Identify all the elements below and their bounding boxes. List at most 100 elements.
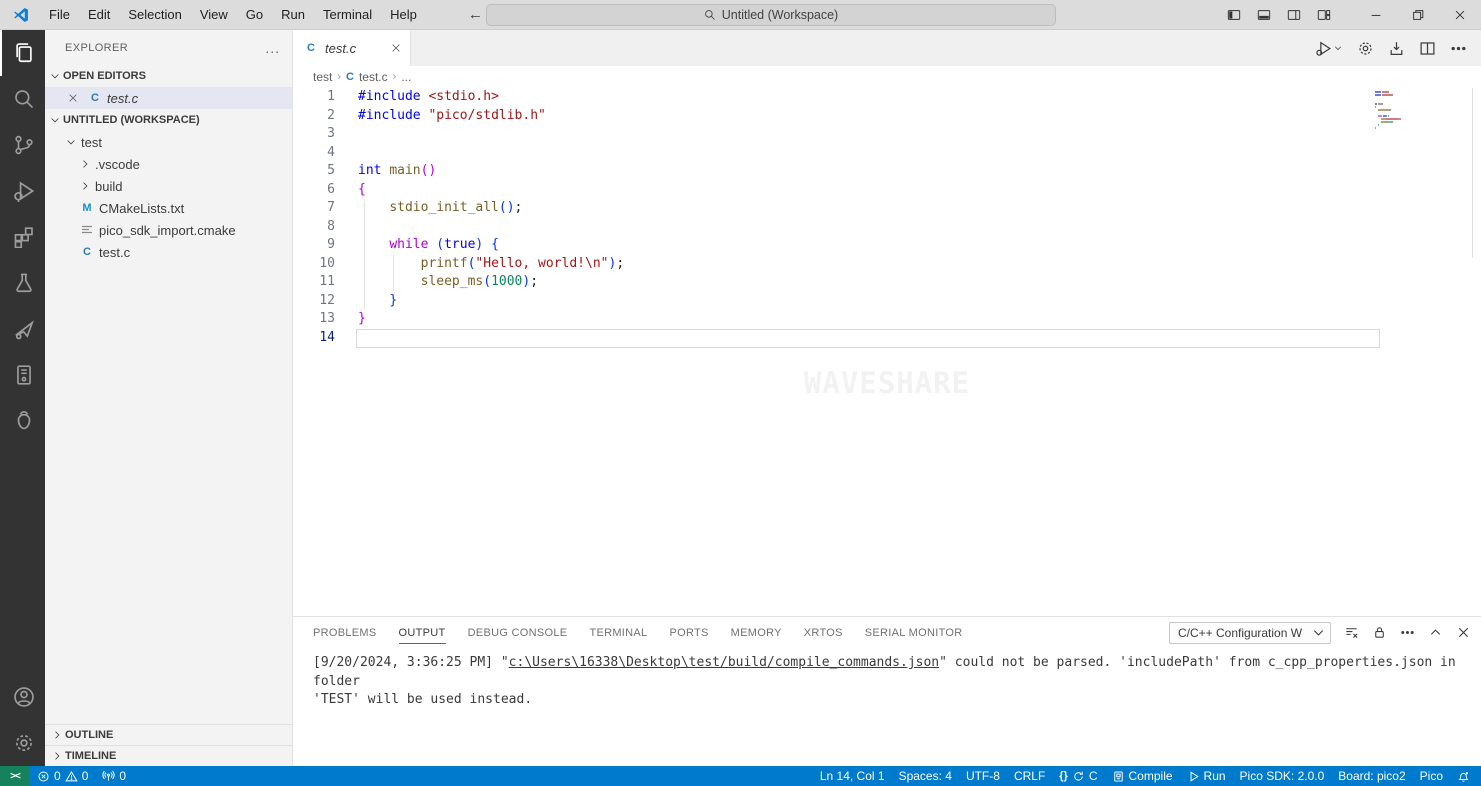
code-line-7[interactable]: 7 stdio_init_all(); <box>293 199 1481 218</box>
workspace-header[interactable]: UNTITLED (WORKSPACE) <box>45 109 292 131</box>
line-number[interactable]: 1 <box>293 88 335 107</box>
activity-testing[interactable] <box>0 260 45 306</box>
explorer-more-actions[interactable]: ... <box>265 40 280 56</box>
chevron-up-button[interactable] <box>1428 625 1443 640</box>
menu-item-help[interactable]: Help <box>381 0 426 30</box>
command-center-search[interactable]: Untitled (Workspace) <box>486 4 1056 26</box>
code-line-5[interactable]: 5 int main() <box>293 162 1481 181</box>
panel-tab-problems[interactable]: PROBLEMS <box>313 621 377 644</box>
breadcrumb-segment[interactable]: ... <box>401 70 411 84</box>
flash-button[interactable] <box>1388 40 1405 57</box>
restore-button[interactable] <box>1397 0 1439 30</box>
status-pico-sdk-version[interactable]: Pico SDK: 2.0.0 <box>1233 766 1332 786</box>
code-line-8[interactable]: 8 <box>293 218 1481 237</box>
line-number[interactable]: 8 <box>293 218 335 237</box>
code-line-4[interactable]: 4 <box>293 144 1481 163</box>
menu-item-edit[interactable]: Edit <box>79 0 119 30</box>
line-number[interactable]: 4 <box>293 144 335 163</box>
code-line-6[interactable]: 6{ <box>293 181 1481 200</box>
line-number[interactable]: 10 <box>293 255 335 274</box>
layout-sidebar-left[interactable] <box>1219 0 1249 30</box>
cpp-configuration-dropdown[interactable]: C/C++ Configuration W <box>1169 621 1331 644</box>
line-number[interactable]: 9 <box>293 236 335 255</box>
status-indentation[interactable]: Spaces: 4 <box>892 766 959 786</box>
line-number[interactable]: 6 <box>293 181 335 200</box>
menu-item-file[interactable]: File <box>40 0 79 30</box>
activity-search[interactable] <box>0 76 45 122</box>
menu-item-go[interactable]: Go <box>237 0 272 30</box>
problems-status[interactable]: 00 <box>30 766 95 786</box>
line-number[interactable]: 7 <box>293 199 335 218</box>
line-number[interactable]: 14 <box>293 329 335 348</box>
status-notifications[interactable] <box>1450 766 1477 786</box>
activity-explorer[interactable] <box>0 30 45 76</box>
activity-extensions[interactable] <box>0 214 45 260</box>
output-console[interactable]: [9/20/2024, 3:36:25 PM] "c:\Users\16338\… <box>293 648 1481 710</box>
lock-button[interactable] <box>1372 625 1387 640</box>
activity-run-and-debug[interactable] <box>0 168 45 214</box>
status-compile[interactable]: Compile <box>1105 766 1180 786</box>
code-line-2[interactable]: 2 #include "pico/stdlib.h" <box>293 107 1481 126</box>
code-line-11[interactable]: 11 sleep_ms(1000); <box>293 273 1481 292</box>
minimize-button[interactable] <box>1355 0 1397 30</box>
code-line-12[interactable]: 12 } <box>293 292 1481 311</box>
line-number[interactable]: 2 <box>293 107 335 126</box>
panel-tab-terminal[interactable]: TERMINAL <box>589 621 647 644</box>
section-timeline[interactable]: TIMELINE <box>45 745 292 766</box>
menu-item-view[interactable]: View <box>191 0 237 30</box>
breadcrumb-segment[interactable]: test <box>313 70 332 84</box>
code-line-13[interactable]: 13} <box>293 310 1481 329</box>
activity-dev-board[interactable] <box>0 352 45 398</box>
tree-item-cmakelists-txt[interactable]: M CMakeLists.txt <box>45 197 292 219</box>
layout-grid[interactable] <box>1309 0 1339 30</box>
layout-panel[interactable] <box>1249 0 1279 30</box>
open-editor-item[interactable]: Ctest.c <box>45 87 292 109</box>
panel-close-button[interactable] <box>1456 625 1471 640</box>
back-arrow-icon[interactable]: ← <box>468 6 483 23</box>
tree-item--vscode[interactable]: .vscode <box>45 153 292 175</box>
gear-button[interactable] <box>1357 40 1374 57</box>
clear-output-button[interactable] <box>1344 625 1359 640</box>
open-editors-header[interactable]: OPEN EDITORS <box>45 65 292 87</box>
panel-tab-serial-monitor[interactable]: SERIAL MONITOR <box>865 621 963 644</box>
remote-indicator[interactable]: >< <box>0 766 30 786</box>
section-outline[interactable]: OUTLINE <box>45 724 292 745</box>
panel-tab-memory[interactable]: MEMORY <box>731 621 782 644</box>
line-number[interactable]: 5 <box>293 162 335 181</box>
tree-item-pico-sdk-import-cmake[interactable]: pico_sdk_import.cmake <box>45 219 292 241</box>
menu-item-selection[interactable]: Selection <box>119 0 190 30</box>
status-cursor-position[interactable]: Ln 14, Col 1 <box>813 766 892 786</box>
close-button[interactable] <box>1439 0 1481 30</box>
code-line-9[interactable]: 9 while (true) { <box>293 236 1481 255</box>
menu-item-terminal[interactable]: Terminal <box>314 0 381 30</box>
minimap[interactable] <box>1375 91 1431 133</box>
panel-tab-output[interactable]: OUTPUT <box>398 621 446 644</box>
status-run[interactable]: Run <box>1180 766 1233 786</box>
output-file-link[interactable]: c:\Users\16338\Desktop\test/build/compil… <box>509 655 939 670</box>
tree-item-build[interactable]: build <box>45 175 292 197</box>
activity-accounts[interactable] <box>0 674 45 720</box>
panel-tab-debug-console[interactable]: DEBUG CONSOLE <box>468 621 568 644</box>
tab-close-icon[interactable] <box>390 42 402 54</box>
close-icon[interactable] <box>67 92 79 104</box>
ports-count-status[interactable]: 0 <box>95 766 133 786</box>
tree-item-test-c[interactable]: Ctest.c <box>45 241 292 263</box>
activity-raspberry-pi[interactable] <box>0 398 45 444</box>
tree-item-test[interactable]: test <box>45 131 292 153</box>
status-language-status[interactable]: {} C <box>1052 766 1104 786</box>
more-button[interactable] <box>1400 625 1415 640</box>
status-eol[interactable]: CRLF <box>1007 766 1052 786</box>
line-number[interactable]: 13 <box>293 310 335 329</box>
tab-test-c[interactable]: C test.c <box>293 30 411 66</box>
status-encoding[interactable]: UTF-8 <box>959 766 1007 786</box>
status-pico[interactable]: Pico <box>1413 766 1450 786</box>
code-line-1[interactable]: 1 #include <stdio.h> <box>293 88 1481 107</box>
line-number[interactable]: 3 <box>293 125 335 144</box>
activity-pico-project[interactable] <box>0 306 45 352</box>
panel-tab-xrtos[interactable]: XRTOS <box>804 621 843 644</box>
code-line-3[interactable]: 3 <box>293 125 1481 144</box>
layout-sidebar-right[interactable] <box>1279 0 1309 30</box>
activity-settings[interactable] <box>0 720 45 766</box>
more-button[interactable] <box>1450 40 1467 57</box>
activity-source-control[interactable] <box>0 122 45 168</box>
